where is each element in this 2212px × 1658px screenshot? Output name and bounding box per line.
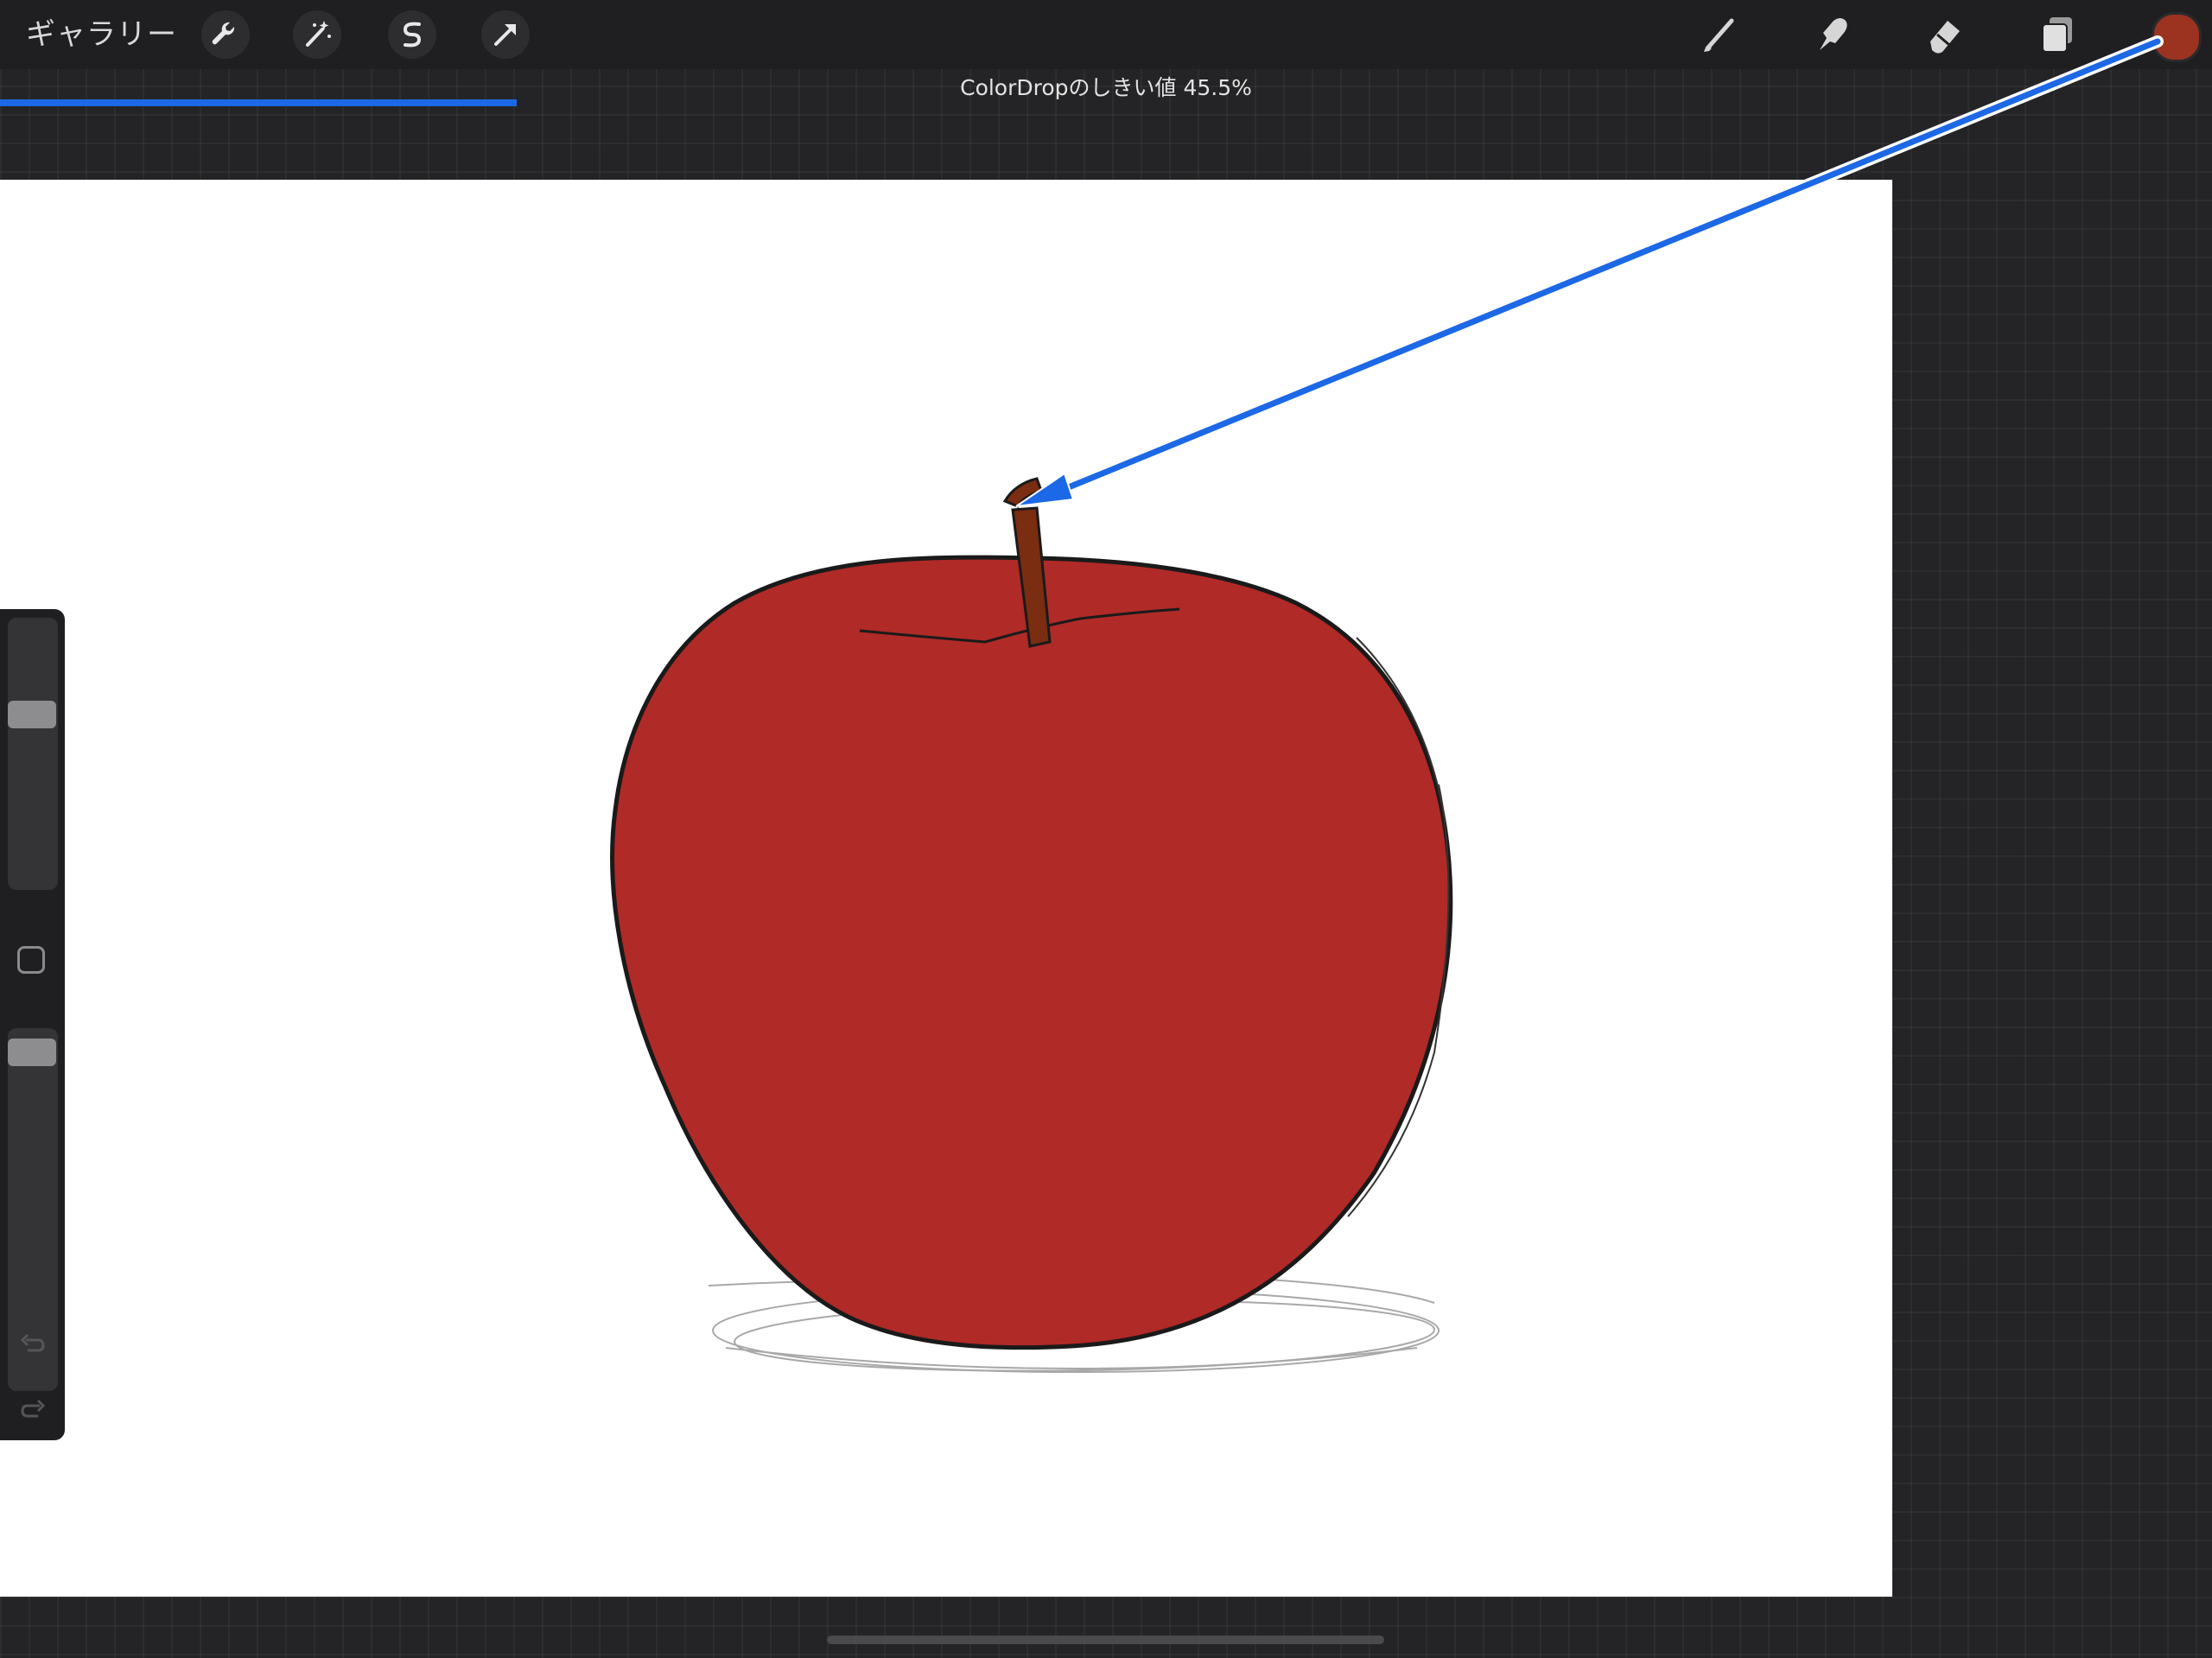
threshold-progress-bar[interactable] <box>0 99 2212 106</box>
actions-wrench-icon[interactable] <box>201 10 250 59</box>
left-sidebar <box>0 609 65 1440</box>
gallery-button[interactable]: ギャラリー <box>26 14 177 55</box>
threshold-progress-fill <box>0 99 518 106</box>
modify-button[interactable] <box>17 946 45 974</box>
smudge-finger-icon[interactable] <box>1806 9 1858 60</box>
colordrop-threshold-label: ColorDropのしきい値 45.5% <box>960 75 1252 100</box>
adjustments-magic-wand-icon[interactable] <box>293 10 341 59</box>
layers-icon[interactable] <box>2032 9 2084 60</box>
top-toolbar: ギャラリー <box>0 0 2212 69</box>
opacity-knob[interactable] <box>8 1038 56 1066</box>
brush-size-knob[interactable] <box>8 701 56 729</box>
brush-icon[interactable] <box>1694 9 1745 60</box>
color-swatch-button[interactable] <box>2152 12 2202 62</box>
brush-size-slider[interactable] <box>8 618 58 890</box>
drawing-canvas[interactable] <box>0 180 1892 1597</box>
transform-arrow-icon[interactable] <box>481 10 530 59</box>
home-indicator[interactable] <box>827 1636 1384 1644</box>
redo-icon[interactable] <box>16 1394 50 1428</box>
undo-icon[interactable] <box>16 1328 50 1363</box>
apple-body <box>610 555 1453 1350</box>
eraser-icon[interactable] <box>1918 9 1970 60</box>
procreate-app: ギャラリー ColorDropのしきい値 45.5% <box>0 0 2212 1658</box>
selection-s-icon[interactable] <box>388 10 436 59</box>
